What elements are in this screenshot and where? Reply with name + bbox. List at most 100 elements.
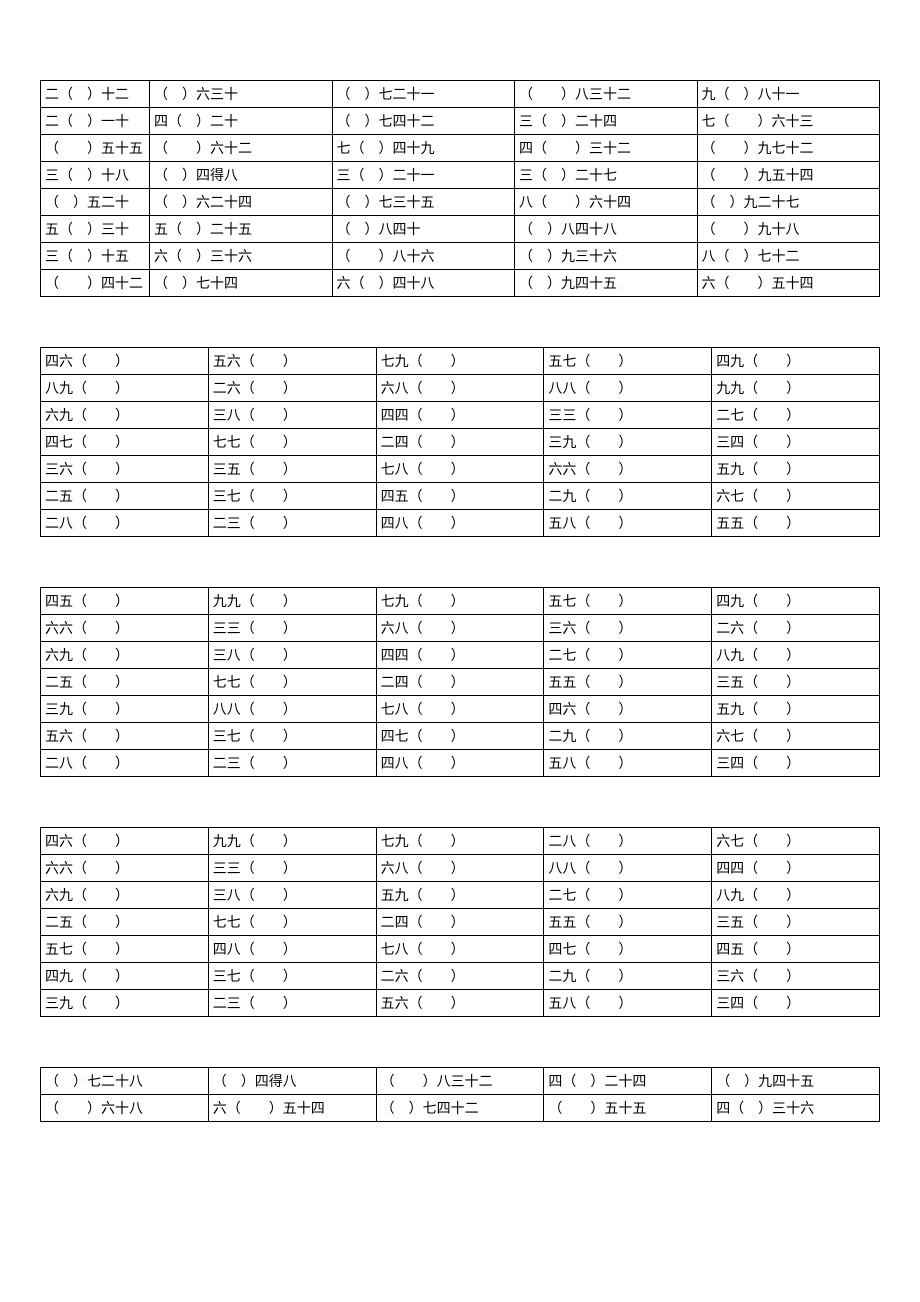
cell: （ ）五十五 [41,135,150,162]
table-row: 六九（ ）三八（ ）四四（ ）三三（ ）二七（ ） [41,402,880,429]
cell: 二七（ ） [712,402,880,429]
cell: 五七（ ） [41,936,209,963]
cell: （ ）九二十七 [697,189,880,216]
cell: 九九（ ） [712,375,880,402]
cell: 四九（ ） [712,348,880,375]
cell: 六七（ ） [712,828,880,855]
cell: （ ）六二十四 [150,189,333,216]
cell: 七七（ ） [208,909,376,936]
cell: 二八（ ） [41,510,209,537]
multiplication-fill-table-1: 二（ ）十二（ ）六三十（ ）七二十一（ ）八三十二九（ ）八十一 二（ ）一十… [40,80,880,297]
cell: 四五（ ） [41,588,209,615]
cell: 三（ ）二十一 [332,162,515,189]
table-body: （ ）七二十八（ ）四得八（ ）八三十二四（ ）二十四（ ）九四十五 （ ）六十… [41,1068,880,1122]
cell: （ ）七四十二 [376,1095,544,1122]
table-row: 五七（ ）四八（ ）七八（ ）四七（ ）四五（ ） [41,936,880,963]
cell: 四六（ ） [41,348,209,375]
cell: 四五（ ） [712,936,880,963]
cell: 五五（ ） [544,909,712,936]
table-row: 二五（ ）七七（ ）二四（ ）五五（ ）三五（ ） [41,909,880,936]
cell: （ ）八三十二 [376,1068,544,1095]
cell: 六（ ）三十六 [150,243,333,270]
cell: 四八（ ） [376,510,544,537]
cell: （ ）四得八 [208,1068,376,1095]
cell: 三四（ ） [712,990,880,1017]
cell: 六九（ ） [41,402,209,429]
table-row: 二（ ）十二（ ）六三十（ ）七二十一（ ）八三十二九（ ）八十一 [41,81,880,108]
cell: 七八（ ） [376,456,544,483]
cell: 三八（ ） [208,642,376,669]
table-row: 二八（ ）二三（ ）四八（ ）五八（ ）三四（ ） [41,750,880,777]
cell: 三六（ ） [712,963,880,990]
table-row: （ ）六十八六（ ）五十四（ ）七四十二（ ）五十五四（ ）三十六 [41,1095,880,1122]
cell: （ ）八四十 [332,216,515,243]
cell: 六六（ ） [41,855,209,882]
table-body: 四五（ ）九九（ ）七九（ ）五七（ ）四九（ ） 六六（ ）三三（ ）六八（ … [41,588,880,777]
table-row: 六九（ ）三八（ ）四四（ ）二七（ ）八九（ ） [41,642,880,669]
table-row: 三九（ ）八八（ ）七八（ ）四六（ ）五九（ ） [41,696,880,723]
cell: 二三（ ） [208,990,376,1017]
cell: 八八（ ） [544,855,712,882]
cell: 三四（ ） [712,750,880,777]
multiplication-fill-table-4: 四六（ ）九九（ ）七九（ ）二八（ ）六七（ ） 六六（ ）三三（ ）六八（ … [40,827,880,1017]
table-row: 四六（ ）九九（ ）七九（ ）二八（ ）六七（ ） [41,828,880,855]
cell: 四六（ ） [41,828,209,855]
cell: 三八（ ） [208,402,376,429]
table-row: 二八（ ）二三（ ）四八（ ）五八（ ）五五（ ） [41,510,880,537]
cell: 二七（ ） [544,642,712,669]
cell: 七九（ ） [376,828,544,855]
table-row: （ ）五二十（ ）六二十四（ ）七三十五八（ ）六十四（ ）九二十七 [41,189,880,216]
cell: （ ）八四十八 [515,216,698,243]
table-row: 四九（ ）三七（ ）二六（ ）二九（ ）三六（ ） [41,963,880,990]
cell: 三七（ ） [208,723,376,750]
cell: 三五（ ） [208,456,376,483]
cell: 四（ ）三十六 [712,1095,880,1122]
cell: 五（ ）二十五 [150,216,333,243]
cell: 二四（ ） [376,909,544,936]
cell: 六六（ ） [544,456,712,483]
cell: 八八（ ） [208,696,376,723]
cell: 八九（ ） [712,642,880,669]
cell: 五八（ ） [544,990,712,1017]
cell: 七八（ ） [376,696,544,723]
cell: 七七（ ） [208,669,376,696]
table-row: 五（ ）三十五（ ）二十五（ ）八四十（ ）八四十八（ ）九十八 [41,216,880,243]
cell: 二三（ ） [208,750,376,777]
table-row: （ ）七二十八（ ）四得八（ ）八三十二四（ ）二十四（ ）九四十五 [41,1068,880,1095]
cell: 二五（ ） [41,909,209,936]
cell: 四九（ ） [41,963,209,990]
table-row: 六六（ ）三三（ ）六八（ ）八八（ ）四四（ ） [41,855,880,882]
cell: （ ）四十二 [41,270,150,297]
cell: 三四（ ） [712,429,880,456]
cell: 三六（ ） [41,456,209,483]
cell: 五六（ ） [208,348,376,375]
cell: （ ）九三十六 [515,243,698,270]
table-row: 二（ ）一十四（ ）二十（ ）七四十二三（ ）二十四七（ ）六十三 [41,108,880,135]
cell: 二六（ ） [712,615,880,642]
cell: （ ）九四十五 [712,1068,880,1095]
multiplication-fill-table-3: 四五（ ）九九（ ）七九（ ）五七（ ）四九（ ） 六六（ ）三三（ ）六八（ … [40,587,880,777]
cell: （ ）六三十 [150,81,333,108]
cell: 四七（ ） [41,429,209,456]
cell: 三（ ）二十四 [515,108,698,135]
table-body: 四六（ ）五六（ ）七九（ ）五七（ ）四九（ ） 八九（ ）二六（ ）六八（ … [41,348,880,537]
cell: （ ）五二十 [41,189,150,216]
cell: 二八（ ） [41,750,209,777]
cell: 五九（ ） [712,456,880,483]
cell: （ ）六十八 [41,1095,209,1122]
cell: （ ）七四十二 [332,108,515,135]
cell: 五五（ ） [544,669,712,696]
cell: 四七（ ） [544,936,712,963]
cell: 五五（ ） [712,510,880,537]
table-row: 五六（ ）三七（ ）四七（ ）二九（ ）六七（ ） [41,723,880,750]
cell: 三七（ ） [208,483,376,510]
cell: （ ）七二十八 [41,1068,209,1095]
table-row: 四五（ ）九九（ ）七九（ ）五七（ ）四九（ ） [41,588,880,615]
cell: 八九（ ） [712,882,880,909]
cell: （ ）五十五 [544,1095,712,1122]
cell: 四六（ ） [544,696,712,723]
cell: 四（ ）三十二 [515,135,698,162]
table-row: 四七（ ）七七（ ）二四（ ）三九（ ）三四（ ） [41,429,880,456]
cell: 三（ ）二十七 [515,162,698,189]
table-row: 三六（ ）三五（ ）七八（ ）六六（ ）五九（ ） [41,456,880,483]
